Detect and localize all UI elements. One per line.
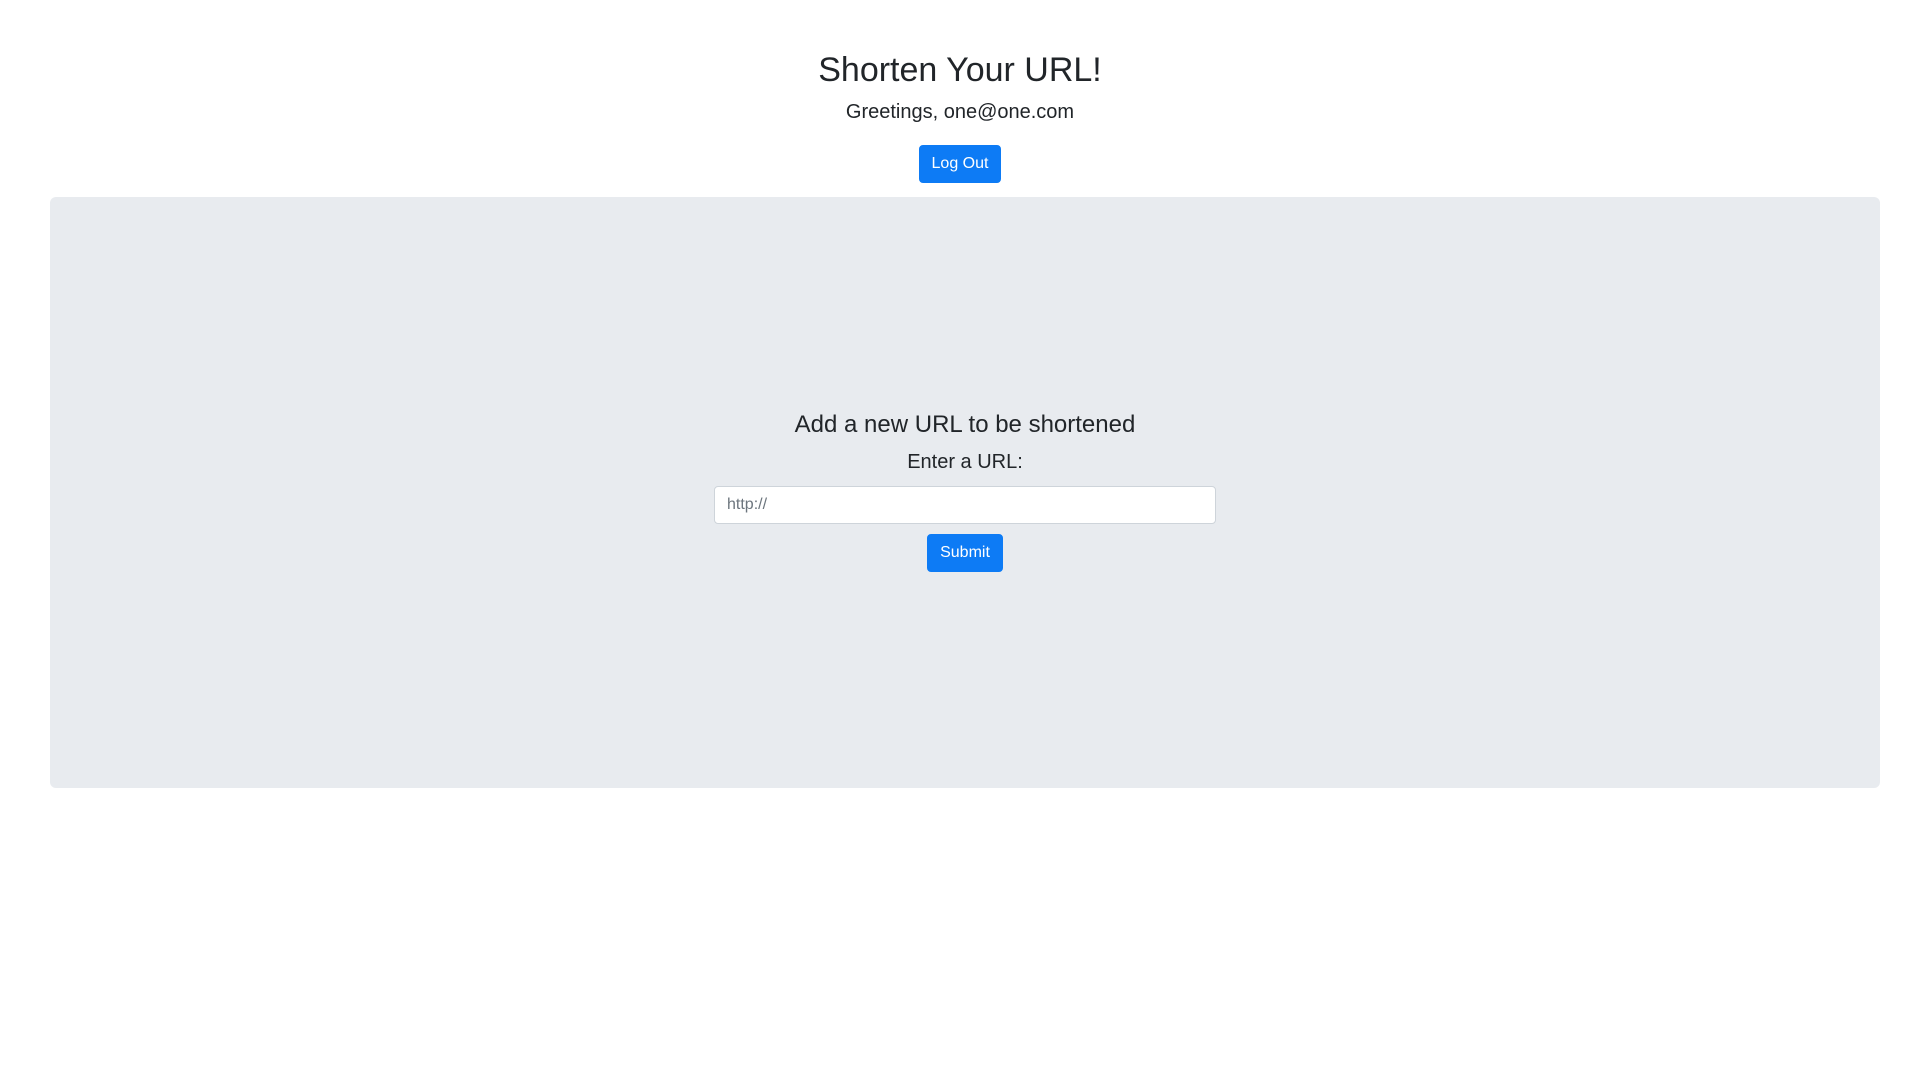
submit-wrapper: Submit [50,534,1880,572]
shorten-url-panel: Add a new URL to be shortened Enter a UR… [50,197,1880,788]
logout-button[interactable]: Log Out [919,145,1001,183]
shorten-url-form: Add a new URL to be shortened Enter a UR… [50,411,1880,572]
logout-wrapper: Log Out [0,145,1920,183]
submit-button[interactable]: Submit [927,534,1003,572]
url-field-label: Enter a URL: [907,451,1023,473]
form-title: Add a new URL to be shortened [794,411,1136,438]
greeting-text: Greetings, one@one.com [845,101,1075,123]
url-input[interactable] [714,486,1216,524]
page-header: Shorten Your URL! Greetings, one@one.com… [0,0,1920,183]
page-title: Shorten Your URL! [818,51,1102,89]
